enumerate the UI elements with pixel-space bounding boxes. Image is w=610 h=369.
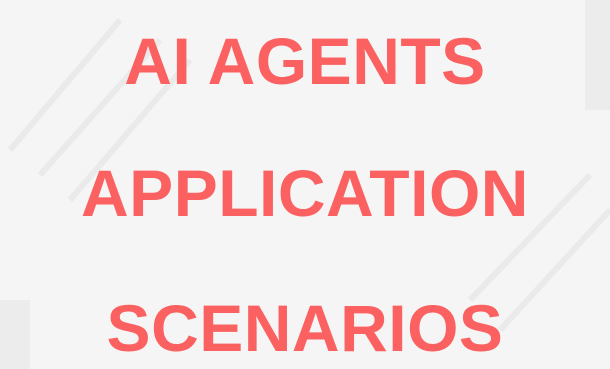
- headline-line-2: APPLICATION: [81, 156, 529, 230]
- headline: AI AGENTS APPLICATION SCENARIOS: [0, 0, 610, 369]
- headline-line-3: SCENARIOS: [106, 291, 504, 365]
- headline-line-1: AI AGENTS: [124, 24, 486, 98]
